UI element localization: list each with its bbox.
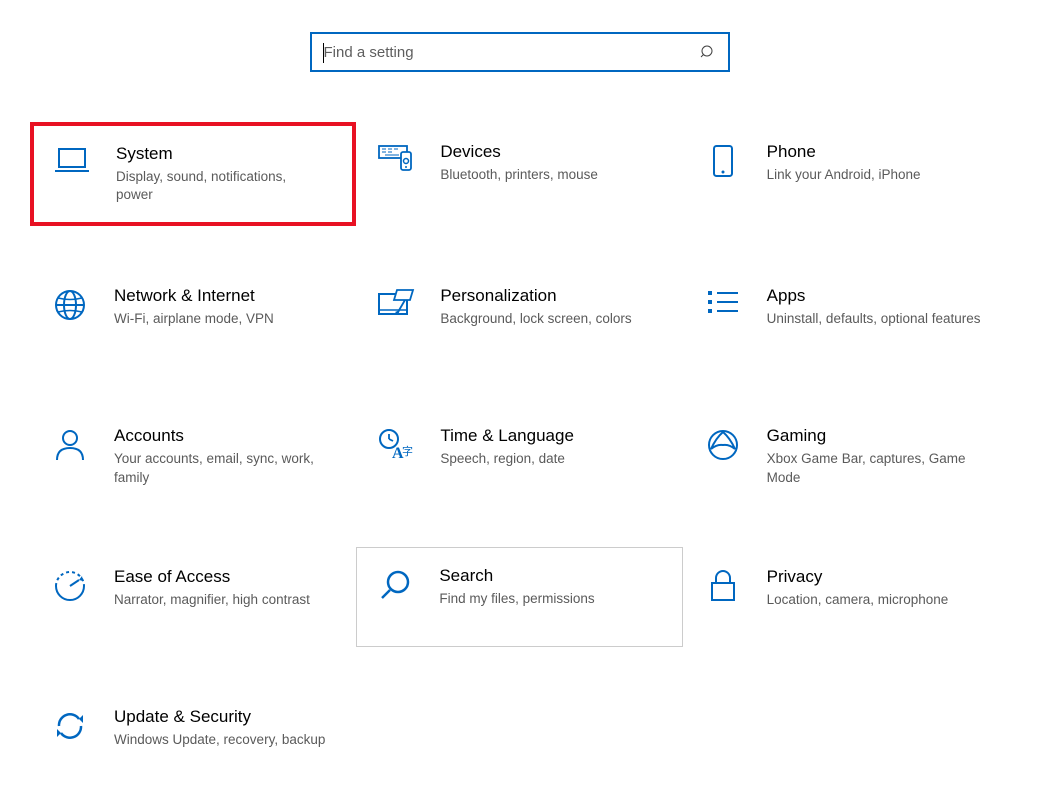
laptop-icon (52, 146, 92, 174)
tile-title: Apps (767, 286, 981, 306)
tile-time-language[interactable]: A 字 Time & Language Speech, region, date (356, 406, 682, 506)
tile-desc: Bluetooth, printers, mouse (440, 166, 654, 184)
tile-title: Gaming (767, 426, 981, 446)
search-icon (700, 44, 716, 60)
tile-personalization[interactable]: Personalization Background, lock screen,… (356, 266, 682, 366)
time-language-icon: A 字 (376, 428, 416, 462)
tile-desc: Your accounts, email, sync, work, family (114, 450, 328, 486)
tile-privacy[interactable]: Privacy Location, camera, microphone (683, 547, 1009, 647)
phone-icon (703, 144, 743, 178)
lock-icon (703, 569, 743, 603)
tile-apps[interactable]: Apps Uninstall, defaults, optional featu… (683, 266, 1009, 366)
tile-network[interactable]: Network & Internet Wi-Fi, airplane mode,… (30, 266, 356, 366)
tile-title: Privacy (767, 567, 981, 587)
tile-system[interactable]: System Display, sound, notifications, po… (30, 122, 356, 226)
tile-title: System (116, 144, 326, 164)
tile-search[interactable]: Search Find my files, permissions (356, 547, 682, 647)
tile-devices[interactable]: Devices Bluetooth, printers, mouse (356, 122, 682, 226)
tile-desc: Wi-Fi, airplane mode, VPN (114, 310, 328, 328)
tile-title: Time & Language (440, 426, 654, 446)
tile-desc: Xbox Game Bar, captures, Game Mode (767, 450, 981, 486)
tile-title: Phone (767, 142, 981, 162)
tile-title: Accounts (114, 426, 328, 446)
tile-desc: Narrator, magnifier, high contrast (114, 591, 328, 609)
update-icon (50, 709, 90, 743)
personalization-icon (376, 288, 416, 318)
search-container (0, 0, 1039, 122)
tile-title: Personalization (440, 286, 654, 306)
devices-icon (376, 144, 416, 174)
tile-title: Network & Internet (114, 286, 328, 306)
tile-title: Ease of Access (114, 567, 328, 587)
tile-desc: Display, sound, notifications, power (116, 168, 326, 204)
accounts-icon (50, 428, 90, 462)
tile-update-security[interactable]: Update & Security Windows Update, recove… (30, 687, 356, 787)
apps-icon (703, 288, 743, 316)
tile-desc: Find my files, permissions (439, 590, 655, 608)
tile-title: Devices (440, 142, 654, 162)
search-input[interactable] (324, 44, 700, 61)
tile-desc: Location, camera, microphone (767, 591, 981, 609)
tile-accounts[interactable]: Accounts Your accounts, email, sync, wor… (30, 406, 356, 506)
settings-grid: System Display, sound, notifications, po… (0, 122, 1039, 787)
tile-title: Search (439, 566, 655, 586)
tile-gaming[interactable]: Gaming Xbox Game Bar, captures, Game Mod… (683, 406, 1009, 506)
tile-ease-of-access[interactable]: Ease of Access Narrator, magnifier, high… (30, 547, 356, 647)
globe-icon (50, 288, 90, 322)
tile-desc: Windows Update, recovery, backup (114, 731, 328, 749)
tile-desc: Link your Android, iPhone (767, 166, 981, 184)
gaming-icon (703, 428, 743, 462)
ease-of-access-icon (50, 569, 90, 603)
text-cursor (323, 43, 324, 63)
search-box[interactable] (310, 32, 730, 72)
svg-text:字: 字 (402, 444, 413, 458)
tile-desc: Uninstall, defaults, optional features (767, 310, 981, 328)
magnifier-icon (375, 568, 415, 602)
tile-desc: Speech, region, date (440, 450, 654, 468)
tile-title: Update & Security (114, 707, 328, 727)
tile-phone[interactable]: Phone Link your Android, iPhone (683, 122, 1009, 226)
tile-desc: Background, lock screen, colors (440, 310, 654, 328)
